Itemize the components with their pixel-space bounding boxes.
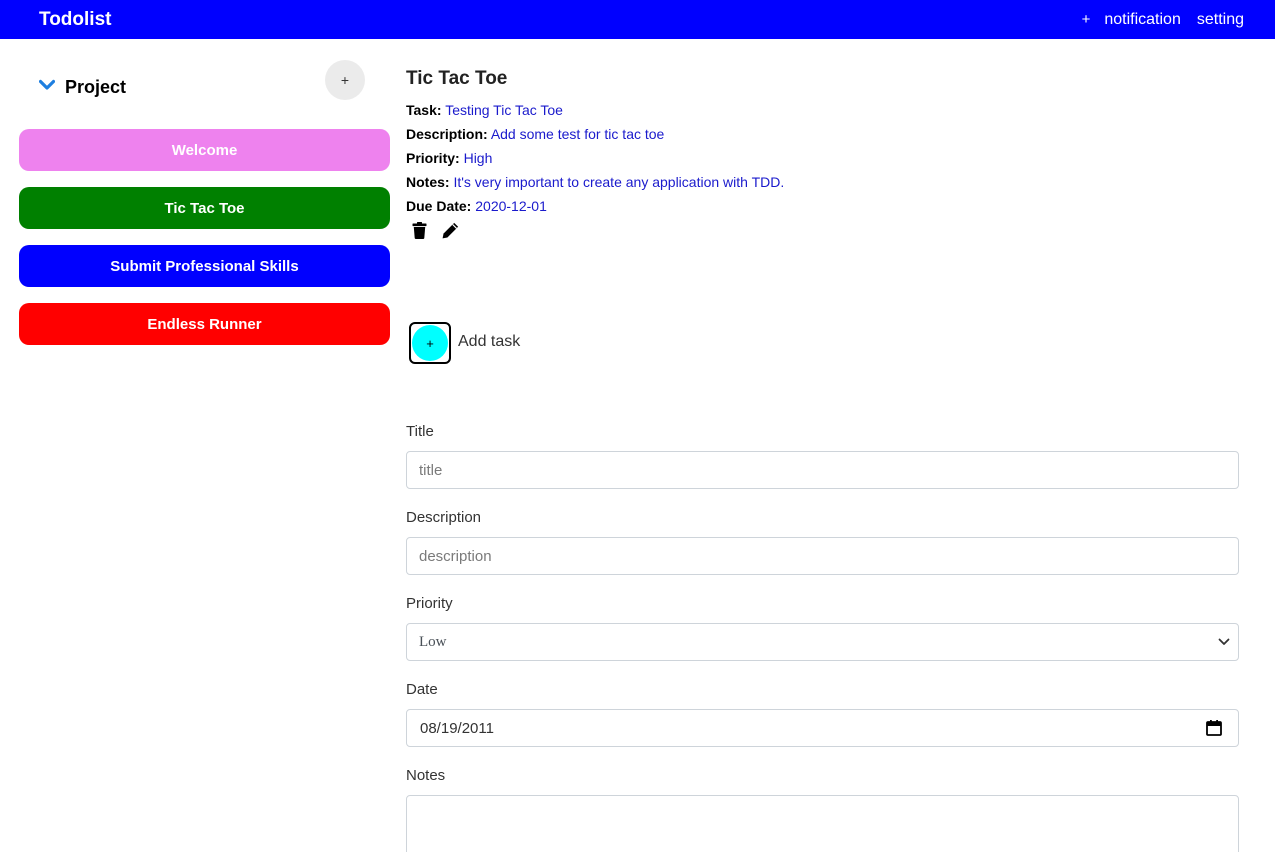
priority-selected-value: Low bbox=[419, 633, 447, 650]
date-input[interactable]: 08/19/2011 bbox=[406, 709, 1239, 747]
description-label: Description bbox=[406, 509, 482, 526]
description-input[interactable] bbox=[406, 537, 1239, 575]
task-key: Task: bbox=[406, 102, 442, 118]
add-task-label: Add task bbox=[458, 333, 521, 350]
add-task-button[interactable]: + bbox=[409, 322, 451, 364]
project-button-welcome[interactable]: Welcome bbox=[19, 129, 390, 171]
title-input[interactable] bbox=[406, 451, 1239, 489]
due-date-value: 2020-12-01 bbox=[475, 198, 547, 214]
task-detail-due-date: Due Date: 2020-12-01 bbox=[406, 197, 547, 215]
priority-value: High bbox=[463, 150, 493, 166]
project-header: Project + bbox=[19, 39, 390, 119]
notes-textarea[interactable] bbox=[406, 795, 1239, 852]
task-value: Testing Tic Tac Toe bbox=[445, 102, 563, 118]
due-date-key: Due Date: bbox=[406, 198, 472, 214]
trash-icon bbox=[412, 221, 426, 239]
project-button-tic-tac-toe[interactable]: Tic Tac Toe bbox=[19, 187, 390, 229]
edit-task-button[interactable] bbox=[440, 220, 460, 240]
add-project-button[interactable]: + bbox=[325, 60, 365, 100]
priority-key: Priority: bbox=[406, 150, 460, 166]
notes-key: Notes: bbox=[406, 174, 450, 190]
description-value: Add some test for tic tac toe bbox=[490, 126, 665, 142]
add-task-circle: + bbox=[412, 325, 448, 361]
date-value: 08/19/2011 bbox=[420, 719, 494, 737]
task-detail-priority: Priority: High bbox=[406, 149, 492, 167]
chevron-down-icon[interactable] bbox=[39, 79, 55, 91]
project-button-submit-professional-skills[interactable]: Submit Professional Skills bbox=[19, 245, 390, 287]
navbar: Todolist + notification setting bbox=[0, 0, 1275, 39]
date-label: Date bbox=[406, 681, 438, 698]
nav-setting-link[interactable]: setting bbox=[1197, 10, 1244, 30]
nav-notification-link[interactable]: notification bbox=[1104, 10, 1181, 30]
pencil-icon bbox=[442, 222, 458, 238]
task-detail-description: Description: Add some test for tic tac t… bbox=[406, 125, 664, 143]
delete-task-button[interactable] bbox=[409, 220, 429, 240]
task-title: Tic Tac Toe bbox=[406, 68, 508, 89]
notes-value: It's very important to create any applic… bbox=[453, 174, 785, 190]
priority-select[interactable]: Low bbox=[406, 623, 1239, 661]
project-heading: Project bbox=[65, 77, 127, 97]
chevron-down-icon bbox=[1218, 638, 1230, 645]
title-label: Title bbox=[406, 423, 434, 440]
project-button-endless-runner[interactable]: Endless Runner bbox=[19, 303, 390, 345]
notes-label: Notes bbox=[406, 767, 446, 784]
task-detail-notes: Notes: It's very important to create any… bbox=[406, 173, 784, 191]
brand-title[interactable]: Todolist bbox=[39, 8, 111, 31]
task-detail-task: Task: Testing Tic Tac Toe bbox=[406, 101, 563, 119]
priority-label: Priority bbox=[406, 595, 453, 612]
nav-add-link[interactable]: + bbox=[1082, 10, 1091, 30]
description-key: Description: bbox=[406, 126, 488, 142]
nav-links: + notification setting bbox=[1082, 10, 1244, 30]
calendar-icon[interactable] bbox=[1206, 720, 1222, 736]
